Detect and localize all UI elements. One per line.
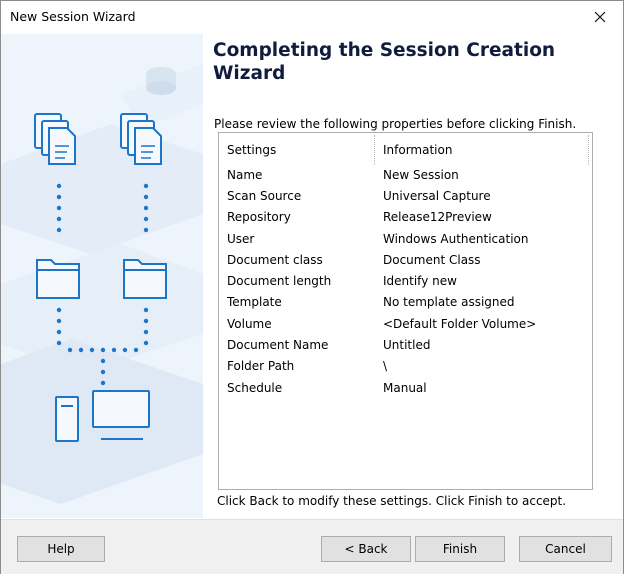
table-row[interactable]: Document length Identify new [219, 274, 592, 295]
setting-name: Folder Path [227, 359, 295, 373]
setting-name: Document Name [227, 338, 329, 352]
table-row[interactable]: Repository Release12Preview [219, 210, 592, 231]
setting-name: Volume [227, 317, 272, 331]
setting-value: Identify new [383, 274, 457, 288]
setting-name: Template [227, 295, 282, 309]
setting-value: Universal Capture [383, 189, 491, 203]
setting-value: <Default Folder Volume> [383, 317, 537, 331]
setting-value: Untitled [383, 338, 431, 352]
table-row[interactable]: Volume <Default Folder Volume> [219, 317, 592, 338]
setting-value: Release12Preview [383, 210, 492, 224]
setting-name: Name [227, 168, 263, 182]
setting-name: Scan Source [227, 189, 302, 203]
settings-list[interactable]: Settings Information Name New Session Sc… [218, 132, 593, 490]
folder-icon [36, 259, 80, 299]
wizard-illustration [1, 34, 203, 518]
column-divider[interactable] [588, 135, 590, 165]
setting-name: Document class [227, 253, 323, 267]
table-row[interactable]: Folder Path \ [219, 359, 592, 380]
table-row[interactable]: User Windows Authentication [219, 232, 592, 253]
title-bar: New Session Wizard [1, 1, 623, 33]
setting-value: New Session [383, 168, 459, 182]
table-row[interactable]: Schedule Manual [219, 381, 592, 402]
column-header-settings[interactable]: Settings [227, 143, 276, 157]
setting-value: \ [383, 359, 388, 373]
table-row[interactable]: Document class Document Class [219, 253, 592, 274]
list-header: Settings Information [219, 133, 592, 167]
wizard-window: New Session Wizard Completing the Sessio… [0, 0, 624, 574]
table-row[interactable]: Template No template assigned [219, 295, 592, 316]
setting-value: Manual [383, 381, 427, 395]
button-bar: Help < Back Finish Cancel [1, 519, 623, 574]
setting-name: Schedule [227, 381, 283, 395]
folder-icon [123, 259, 167, 299]
setting-value: Document Class [383, 253, 481, 267]
back-button[interactable]: < Back [321, 536, 411, 562]
finish-button[interactable]: Finish [415, 536, 505, 562]
setting-name: Repository [227, 210, 291, 224]
table-row[interactable]: Name New Session [219, 168, 592, 189]
page-title: Completing the Session Creation Wizard [213, 40, 556, 84]
cancel-button[interactable]: Cancel [519, 536, 612, 562]
intro-text: Please review the following properties b… [214, 117, 577, 131]
column-divider[interactable] [374, 135, 376, 165]
setting-name: User [227, 232, 255, 246]
setting-name: Document length [227, 274, 332, 288]
setting-value: No template assigned [383, 295, 515, 309]
table-row[interactable]: Scan Source Universal Capture [219, 189, 592, 210]
help-button[interactable]: Help [17, 536, 105, 562]
close-icon[interactable] [577, 1, 623, 33]
footer-instructions: Click Back to modify these settings. Cli… [217, 494, 567, 508]
window-title: New Session Wizard [10, 9, 136, 24]
column-header-information[interactable]: Information [383, 143, 452, 157]
table-row[interactable]: Document Name Untitled [219, 338, 592, 359]
setting-value: Windows Authentication [383, 232, 529, 246]
